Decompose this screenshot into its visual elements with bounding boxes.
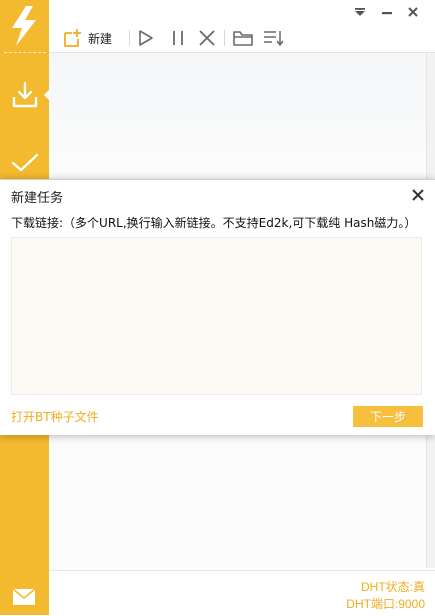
toolbar: 新建 bbox=[49, 24, 435, 52]
download-link-hint: 下载链接:（多个URL,换行输入新链接。不支持Ed2k,可下载纯 Hash磁力。… bbox=[11, 216, 417, 230]
status-bar: DHT状态:真 DHT端口:9000 bbox=[49, 570, 435, 616]
open-folder-icon bbox=[233, 31, 253, 46]
new-task-label: 新建 bbox=[88, 31, 113, 46]
toolbar-divider bbox=[129, 30, 130, 46]
sidebar-item-completed[interactable] bbox=[0, 142, 49, 184]
open-torrent-link[interactable]: 打开BT种子文件 bbox=[11, 408, 99, 425]
task-list-header-area bbox=[49, 53, 435, 178]
start-button[interactable] bbox=[137, 26, 155, 50]
close-icon bbox=[408, 7, 418, 17]
start-icon bbox=[139, 30, 153, 46]
dht-state-text: DHT状态:真 bbox=[361, 580, 425, 594]
sidebar-item-downloading[interactable] bbox=[0, 74, 50, 116]
mail-icon[interactable] bbox=[12, 588, 36, 606]
sort-icon bbox=[264, 31, 284, 47]
open-folder-button[interactable] bbox=[232, 26, 254, 50]
dht-port-text: DHT端口:9000 bbox=[346, 597, 425, 611]
download-icon bbox=[12, 81, 37, 108]
dialog-title: 新建任务 bbox=[11, 191, 64, 206]
new-task-dialog: 新建任务 下载链接:（多个URL,换行输入新链接。不支持Ed2k,可下载纯 Ha… bbox=[0, 179, 435, 435]
completed-check-icon bbox=[11, 153, 38, 172]
sidebar-divider bbox=[4, 52, 46, 53]
menu-dropdown-button[interactable] bbox=[352, 5, 368, 19]
minimize-icon bbox=[382, 12, 392, 15]
pause-button[interactable] bbox=[169, 26, 187, 50]
minimize-button[interactable] bbox=[379, 5, 395, 19]
sort-button[interactable] bbox=[262, 26, 284, 50]
app-logo-icon bbox=[12, 6, 36, 46]
dialog-close-icon[interactable] bbox=[411, 188, 425, 202]
download-link-input[interactable] bbox=[11, 237, 422, 395]
menu-dropdown-icon bbox=[355, 8, 365, 16]
delete-button[interactable] bbox=[198, 26, 216, 50]
delete-icon bbox=[199, 30, 215, 46]
new-task-icon bbox=[64, 29, 81, 47]
new-task-button[interactable]: 新建 bbox=[63, 26, 112, 50]
toolbar-divider bbox=[224, 30, 225, 46]
pause-icon bbox=[173, 31, 183, 45]
window-close-button[interactable] bbox=[405, 5, 421, 19]
next-step-button[interactable]: 下一步 bbox=[353, 406, 423, 427]
title-bar bbox=[49, 0, 435, 24]
